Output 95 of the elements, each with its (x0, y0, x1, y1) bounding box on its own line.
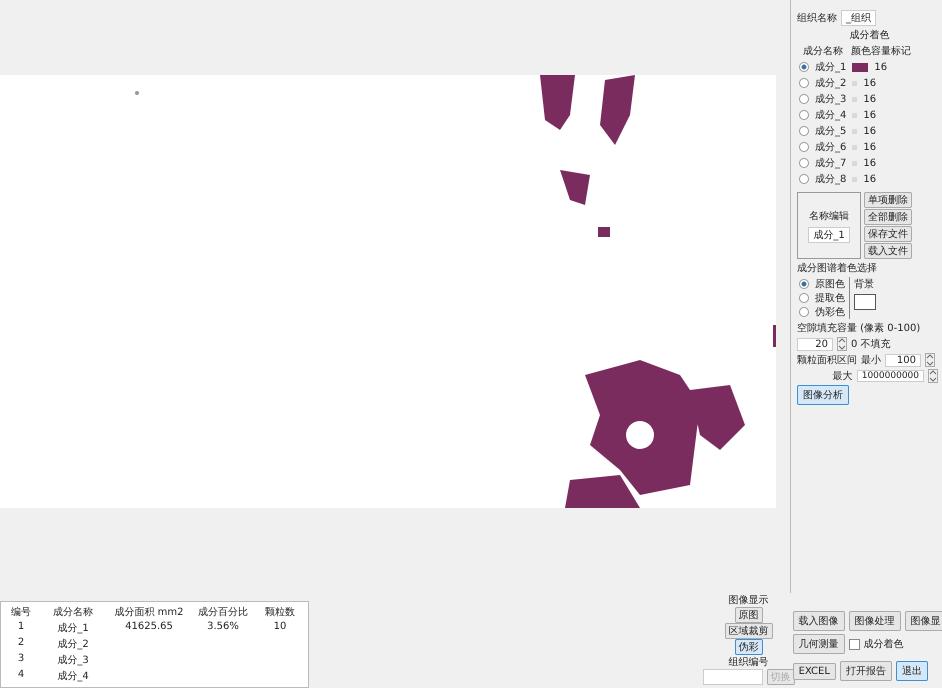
background-label: 背景 (854, 278, 875, 291)
radio-button[interactable] (799, 307, 809, 317)
panel-button[interactable]: 载入文件 (864, 243, 912, 259)
action-button[interactable]: 图像显 (904, 611, 942, 631)
spinner-icon[interactable] (837, 337, 847, 351)
capacity-value: 16 (863, 78, 876, 88)
component-name: 成分_1 (815, 60, 846, 74)
radio-button[interactable] (799, 142, 809, 152)
image-display-title: 图像显示 (728, 594, 769, 607)
component-name: 成分_6 (815, 140, 846, 154)
radio-button[interactable] (799, 126, 809, 136)
table-cell-text: 41625.65 (124, 621, 174, 634)
table-cell-text: 成分_1 (56, 622, 90, 635)
color-swatch[interactable] (852, 176, 858, 182)
radio-button[interactable] (799, 110, 809, 120)
name-edit-label: 名称编辑 (809, 210, 849, 222)
column-header: 成分百分比 (197, 606, 249, 619)
checkbox[interactable] (848, 638, 860, 650)
component-colors-title: 成分着色 (850, 28, 890, 42)
gap-fill-field[interactable]: 20 (797, 338, 833, 350)
radio-button[interactable] (799, 293, 809, 303)
panel-button[interactable]: 单项删除 (864, 192, 912, 208)
capacity-value: 16 (863, 158, 876, 168)
bottom-button[interactable]: 退出 (896, 661, 928, 681)
radio-button[interactable] (799, 78, 809, 88)
table-cell-text: 1 (16, 621, 26, 634)
column-header: 颜色容量标记 (851, 44, 911, 58)
table-cell-text: 成分_3 (56, 654, 90, 667)
table-cell-text: 成分_4 (56, 670, 90, 683)
min-label: 最小 (861, 354, 881, 367)
table-cell-text: 10 (272, 621, 288, 634)
color-swatch[interactable] (852, 144, 858, 150)
component-name: 成分_8 (815, 172, 846, 186)
radio-button[interactable] (799, 174, 809, 184)
table-cell-text: 3.56% (206, 621, 240, 634)
panel-button[interactable]: 全部删除 (864, 209, 912, 225)
particle-area-label: 颗粒面积区间 (797, 354, 857, 367)
display-button[interactable]: 区域裁剪 (724, 623, 773, 639)
color-swatch[interactable] (852, 62, 868, 72)
table-cell-text: 2 (16, 637, 26, 650)
organization-field[interactable]: _组织 (841, 10, 876, 26)
table-cell-text: 3 (16, 653, 26, 666)
radio-button[interactable] (799, 158, 809, 168)
table-cell-text: 4 (16, 669, 26, 682)
component-name: 成分_7 (815, 156, 846, 170)
component-name: 成分_3 (815, 92, 846, 106)
max-label: 最大 (832, 370, 853, 383)
radio-button[interactable] (799, 94, 809, 104)
component-name: 成分_5 (815, 124, 846, 138)
radio-label: 提取色 (815, 292, 845, 305)
column-header: 成分名称 (803, 44, 843, 58)
bottom-button[interactable]: 打开报告 (840, 661, 892, 681)
gap-fill-note: 0 不填充 (851, 338, 891, 351)
analyze-button[interactable]: 图像分析 (797, 385, 849, 405)
capacity-value: 16 (874, 62, 888, 72)
color-swatch[interactable] (852, 80, 858, 86)
gap-fill-label: 空隙填充容量 (像素 0-100) (797, 322, 922, 335)
measure-button[interactable]: 几何测量 (792, 634, 845, 654)
capacity-value: 16 (863, 174, 876, 184)
radio-button[interactable] (799, 62, 809, 72)
column-header: 成分面积 mm2 (113, 606, 185, 619)
spinner-icon[interactable] (925, 353, 935, 367)
coloring-title: 成分图谱着色选择 (797, 262, 878, 275)
radio-label: 原图色 (815, 278, 845, 291)
display-button[interactable]: 原图 (734, 607, 763, 623)
org-number-field[interactable] (702, 669, 763, 685)
column-header: 成分名称 (52, 606, 94, 619)
color-swatch[interactable] (852, 96, 858, 102)
action-button[interactable]: 载入图像 (792, 611, 845, 631)
component-name: 成分_4 (815, 108, 846, 122)
min-field[interactable]: 100 (885, 354, 921, 366)
bottom-button[interactable]: EXCEL (792, 662, 836, 680)
background-swatch[interactable] (854, 294, 876, 310)
name-field[interactable]: 成分_1 (808, 226, 850, 242)
capacity-value: 16 (863, 94, 876, 104)
org-number-label: 组织编号 (728, 656, 769, 669)
panel-button[interactable]: 保存文件 (864, 226, 912, 242)
column-header: 编号 (10, 606, 32, 619)
spinner-icon[interactable] (928, 369, 938, 383)
radio-label: 伪彩色 (815, 306, 845, 319)
color-swatch[interactable] (852, 128, 858, 134)
component-name: 成分_2 (815, 76, 846, 90)
capacity-value: 16 (863, 142, 876, 152)
display-button[interactable]: 伪彩 (734, 639, 763, 655)
checkbox-label: 成分着色 (864, 638, 904, 651)
organization-label: 组织名称 (797, 12, 837, 25)
action-button[interactable]: 图像处理 (848, 611, 901, 631)
table-cell-text: 成分_2 (56, 638, 90, 651)
color-swatch[interactable] (852, 160, 858, 166)
color-swatch[interactable] (852, 112, 858, 118)
column-header: 颗粒数 (264, 606, 296, 619)
capacity-value: 16 (863, 110, 876, 120)
radio-button[interactable] (799, 279, 809, 289)
capacity-value: 16 (863, 126, 876, 136)
max-field[interactable]: 1000000000 (856, 370, 924, 382)
